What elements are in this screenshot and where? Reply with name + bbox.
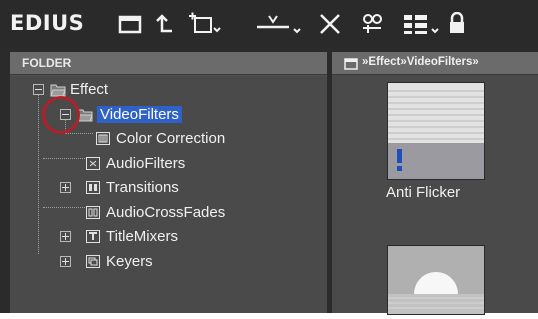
- folder-icon[interactable]: [344, 57, 358, 74]
- tree-item-label: VideoFilters: [97, 105, 182, 123]
- up-icon[interactable]: [154, 10, 176, 38]
- tree-item-transitions[interactable]: Transitions: [86, 176, 179, 198]
- highlight-ring: [42, 96, 80, 134]
- effect-preview: [388, 246, 484, 316]
- tree-guide-line: [65, 133, 93, 134]
- folder-icon[interactable]: [118, 10, 142, 38]
- tree-item-label: Keyers: [106, 252, 153, 270]
- properties-icon[interactable]: [360, 10, 384, 38]
- expand-toggle-transitions[interactable]: [60, 182, 71, 193]
- folder-panel-header: FOLDER: [10, 52, 327, 75]
- import-icon[interactable]: [254, 10, 306, 38]
- tree-guide-line: [43, 158, 85, 159]
- delete-icon[interactable]: [318, 10, 342, 38]
- tree-guide-line: [43, 207, 85, 208]
- tree-item-audiocrossfades[interactable]: AudioCrossFades: [86, 201, 225, 223]
- breadcrumb: »Effect»VideoFilters»: [362, 56, 479, 68]
- keyer-icon: [86, 254, 100, 268]
- expand-toggle-titlemixers[interactable]: [60, 231, 71, 242]
- lock-icon[interactable]: [448, 10, 466, 38]
- effect-panel-header: »Effect»VideoFilters»: [332, 52, 538, 75]
- video-filter-icon: [96, 131, 110, 145]
- audio-crossfade-icon: [86, 205, 100, 219]
- tree-item-titlemixers[interactable]: TitleMixers: [86, 225, 178, 247]
- effect-thumbnail-next[interactable]: [387, 245, 485, 316]
- tree-item-label: AudioCrossFades: [106, 203, 226, 221]
- collapse-toggle-effect[interactable]: [33, 84, 44, 95]
- folder-panel-title: FOLDER: [22, 56, 72, 70]
- tree-item-label: Effect: [70, 80, 109, 98]
- folder-panel: FOLDER Effect VideoFilters Color Correct…: [10, 52, 327, 313]
- tree-item-keyers[interactable]: Keyers: [86, 250, 153, 272]
- tree-item-label: Color Correction: [116, 129, 226, 147]
- tree-item-label: AudioFilters: [106, 154, 186, 172]
- effect-thumbnail-anti-flicker[interactable]: [387, 82, 485, 180]
- tree-item-color-correction[interactable]: Color Correction: [96, 127, 225, 149]
- tree-item-videofilters[interactable]: VideoFilters: [77, 103, 182, 125]
- expand-toggle-keyers[interactable]: [60, 256, 71, 267]
- anti-flicker-preview: [388, 83, 484, 179]
- title-mixer-icon: [86, 229, 100, 243]
- effect-label: Anti Flicker: [386, 184, 461, 201]
- audio-filter-icon: [86, 156, 100, 170]
- folder-open-icon: [50, 83, 66, 96]
- toolbar: EDIUS: [0, 0, 538, 48]
- tree-item-audiofilters[interactable]: AudioFilters: [86, 152, 185, 174]
- tree-guide-line: [38, 88, 39, 254]
- tree-item-label: Transitions: [106, 178, 179, 196]
- edius-bin-window: EDIUS FOLDER Effect VideoFilters Color C…: [0, 0, 538, 316]
- new-folder-icon[interactable]: [186, 10, 222, 38]
- effect-panel: »Effect»VideoFilters» Anti Flicker: [332, 52, 538, 316]
- app-title: EDIUS: [10, 11, 85, 35]
- transition-icon: [86, 180, 100, 194]
- tree-item-label: TitleMixers: [106, 227, 178, 245]
- view-icon[interactable]: [402, 10, 442, 38]
